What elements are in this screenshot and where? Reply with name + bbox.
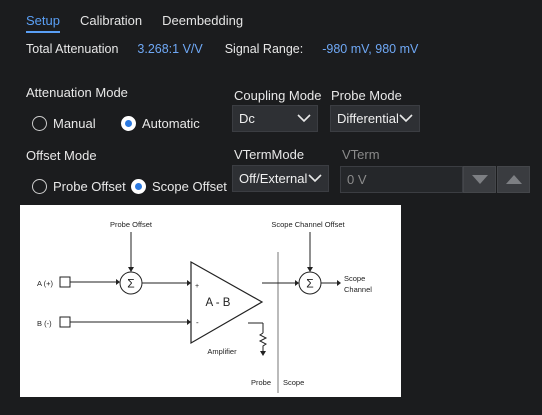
tab-deembedding[interactable]: Deembedding [162, 13, 243, 33]
radio-probe-offset-label: Probe Offset [53, 179, 126, 194]
vterm-label: VTerm [342, 147, 380, 162]
radio-automatic[interactable]: Automatic [121, 116, 200, 131]
probe-offset-label: Probe Offset [110, 220, 153, 229]
vterm-mode-label: VTermMode [234, 147, 305, 162]
probe-settings-panel: Setup Calibration Deembedding Total Atte… [0, 0, 542, 415]
signal-range-value: -980 mV, 980 mV [322, 42, 419, 56]
radio-circle [121, 116, 136, 131]
tab-setup[interactable]: Setup [26, 13, 60, 33]
radio-circle [32, 179, 47, 194]
block-diagram-svg: A (+) B (-) Σ Probe Offset + - A - B Amp… [37, 220, 372, 393]
vterm-increment-button[interactable] [497, 166, 530, 193]
tab-bar: Setup Calibration Deembedding [26, 13, 263, 33]
vterm-mode-value: Off/External [239, 171, 308, 186]
scope-channel-label-line1: Scope [344, 274, 365, 283]
attenuation-info: Total Attenuation 3.268:1 V/V Signal Ran… [26, 42, 418, 56]
vterm-decrement-button[interactable] [463, 166, 496, 193]
radio-probe-offset[interactable]: Probe Offset [32, 179, 126, 194]
scope-channel-label-line2: Channel [344, 285, 372, 294]
input-b-terminal [59, 316, 71, 328]
offset-mode-label: Offset Mode [26, 148, 97, 163]
tab-calibration[interactable]: Calibration [80, 13, 142, 33]
radio-circle [32, 116, 47, 131]
offset-block-diagram: A (+) B (-) Σ Probe Offset + - A - B Amp… [20, 205, 401, 397]
coupling-mode-label: Coupling Mode [234, 88, 322, 103]
input-b-label: B (-) [37, 319, 52, 328]
chevron-down-icon [297, 114, 311, 123]
radio-manual-label: Manual [53, 116, 96, 131]
triangle-down-icon [471, 175, 488, 184]
scope-channel-offset-label: Scope Channel Offset [271, 220, 345, 229]
vterm-value: 0 V [347, 172, 367, 187]
probe-mode-value: Differential [337, 111, 399, 126]
amplifier-label: Amplifier [207, 347, 237, 356]
attenuation-mode-label: Attenuation Mode [26, 85, 128, 100]
probe-sum-symbol: Σ [127, 277, 134, 291]
probe-region-label: Probe [251, 378, 271, 387]
termination-resistor [258, 332, 268, 353]
amp-plus-sign: + [195, 283, 199, 290]
coupling-mode-value: Dc [239, 111, 255, 126]
scope-sum-symbol: Σ [306, 277, 313, 291]
input-a-label: A (+) [37, 279, 54, 288]
probe-mode-label: Probe Mode [331, 88, 402, 103]
amp-minus-sign: - [196, 318, 199, 327]
vterm-mode-select[interactable]: Off/External [232, 165, 329, 192]
total-attenuation-label: Total Attenuation [26, 42, 119, 56]
signal-range-label: Signal Range: [224, 42, 304, 56]
chevron-down-icon [399, 114, 413, 123]
total-attenuation-value: 3.268:1 V/V [137, 42, 203, 56]
radio-manual[interactable]: Manual [32, 116, 96, 131]
triangle-up-icon [505, 175, 522, 184]
probe-mode-select[interactable]: Differential [330, 105, 420, 132]
coupling-mode-select[interactable]: Dc [232, 105, 318, 132]
radio-scope-offset-label: Scope Offset [152, 179, 227, 194]
radio-circle [131, 179, 146, 194]
amp-function-label: A - B [206, 297, 231, 309]
input-a-terminal [59, 276, 71, 288]
radio-scope-offset[interactable]: Scope Offset [131, 179, 227, 194]
chevron-down-icon [308, 174, 322, 183]
vterm-input[interactable]: 0 V [340, 166, 463, 193]
radio-automatic-label: Automatic [142, 116, 200, 131]
scope-region-label: Scope [283, 378, 304, 387]
